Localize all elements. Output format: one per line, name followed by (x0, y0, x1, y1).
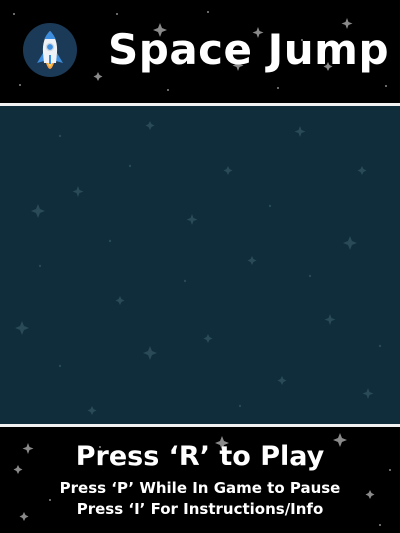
game-screen: Space Jump Press ‘R’ to Play Press ‘P’ W… (0, 0, 400, 533)
play-prompt: Press ‘R’ to Play (75, 441, 325, 472)
game-header: Space Jump (0, 0, 400, 103)
game-playfield[interactable] (0, 106, 400, 424)
playfield-starfield (15, 121, 382, 415)
game-footer: Press ‘R’ to Play Press ‘P’ While In Gam… (0, 427, 400, 533)
pause-hint: Press ‘P’ While In Game to Pause (59, 479, 341, 497)
rocket-icon (23, 23, 77, 77)
game-title: Space Jump (108, 25, 390, 74)
info-hint: Press ‘I’ For Instructions/Info (76, 500, 324, 518)
